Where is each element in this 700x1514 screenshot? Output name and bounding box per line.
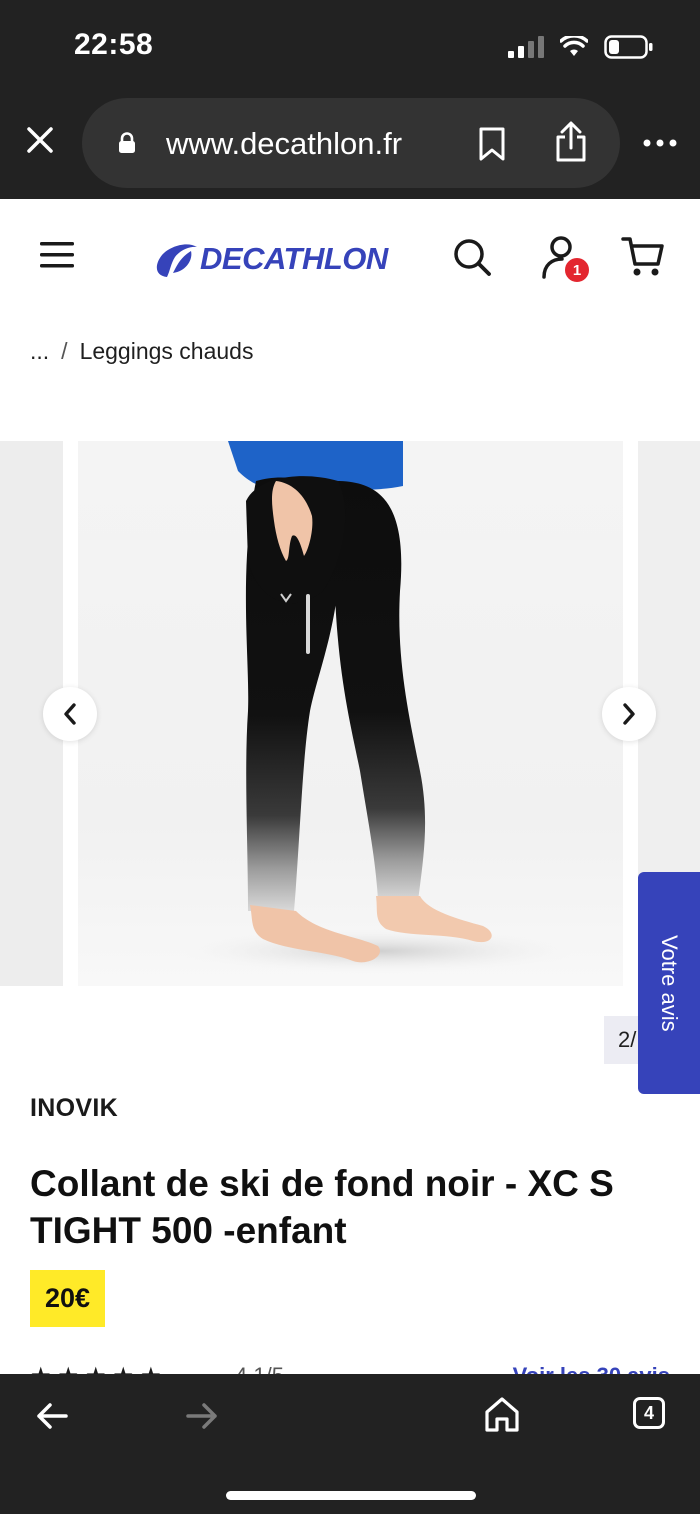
status-time: 22:58 <box>74 28 154 61</box>
leggings-photo <box>178 441 578 973</box>
product-image-carousel[interactable] <box>0 441 700 986</box>
product-price: 20€ <box>30 1270 106 1327</box>
search-icon[interactable] <box>450 235 494 279</box>
carousel-prev-button[interactable] <box>43 687 97 741</box>
home-indicator <box>226 1491 476 1500</box>
status-bar: 22:58 <box>0 0 700 92</box>
product-brand[interactable]: INOVIK <box>30 1094 118 1123</box>
feedback-tab[interactable]: Votre avis <box>638 872 700 1094</box>
home-icon[interactable] <box>480 1392 524 1436</box>
signal-icon <box>508 36 544 58</box>
chevron-left-icon <box>64 703 76 725</box>
bookmark-icon[interactable] <box>472 124 512 164</box>
share-icon[interactable] <box>550 118 592 166</box>
close-icon[interactable] <box>22 122 58 158</box>
product-image[interactable] <box>78 441 623 986</box>
chevron-right-icon <box>623 703 635 725</box>
status-icons <box>508 32 654 62</box>
breadcrumb-ellipsis[interactable]: ... <box>30 338 49 365</box>
wifi-icon <box>560 36 588 56</box>
url-text: www.decathlon.fr <box>166 126 403 161</box>
tabs-count-button[interactable]: 4 <box>633 1397 665 1429</box>
menu-icon[interactable] <box>36 235 78 275</box>
site-header: DECATHLON <box>0 199 700 315</box>
decathlon-logo-mark[interactable] <box>152 242 200 280</box>
cart-icon[interactable] <box>620 233 666 279</box>
browser-address-bar: www.decathlon.fr <box>0 92 700 199</box>
lock-icon <box>116 130 138 156</box>
account-notification-badge: 1 <box>563 256 591 284</box>
battery-icon <box>604 35 653 59</box>
breadcrumb: ... / Leggings chauds <box>30 338 253 365</box>
breadcrumb-separator: / <box>61 338 68 364</box>
forward-arrow-icon[interactable] <box>182 1396 222 1436</box>
more-options-icon[interactable] <box>640 128 680 158</box>
back-arrow-icon[interactable] <box>32 1396 72 1436</box>
carousel-next-button[interactable] <box>602 687 656 741</box>
url-field[interactable]: www.decathlon.fr <box>82 98 620 188</box>
decathlon-logo[interactable]: DECATHLON <box>200 241 388 277</box>
feedback-tab-label: Votre avis <box>657 934 682 1032</box>
product-title: Collant de ski de fond noir - XC S TIGHT… <box>30 1163 614 1251</box>
breadcrumb-current[interactable]: Leggings chauds <box>80 338 254 365</box>
